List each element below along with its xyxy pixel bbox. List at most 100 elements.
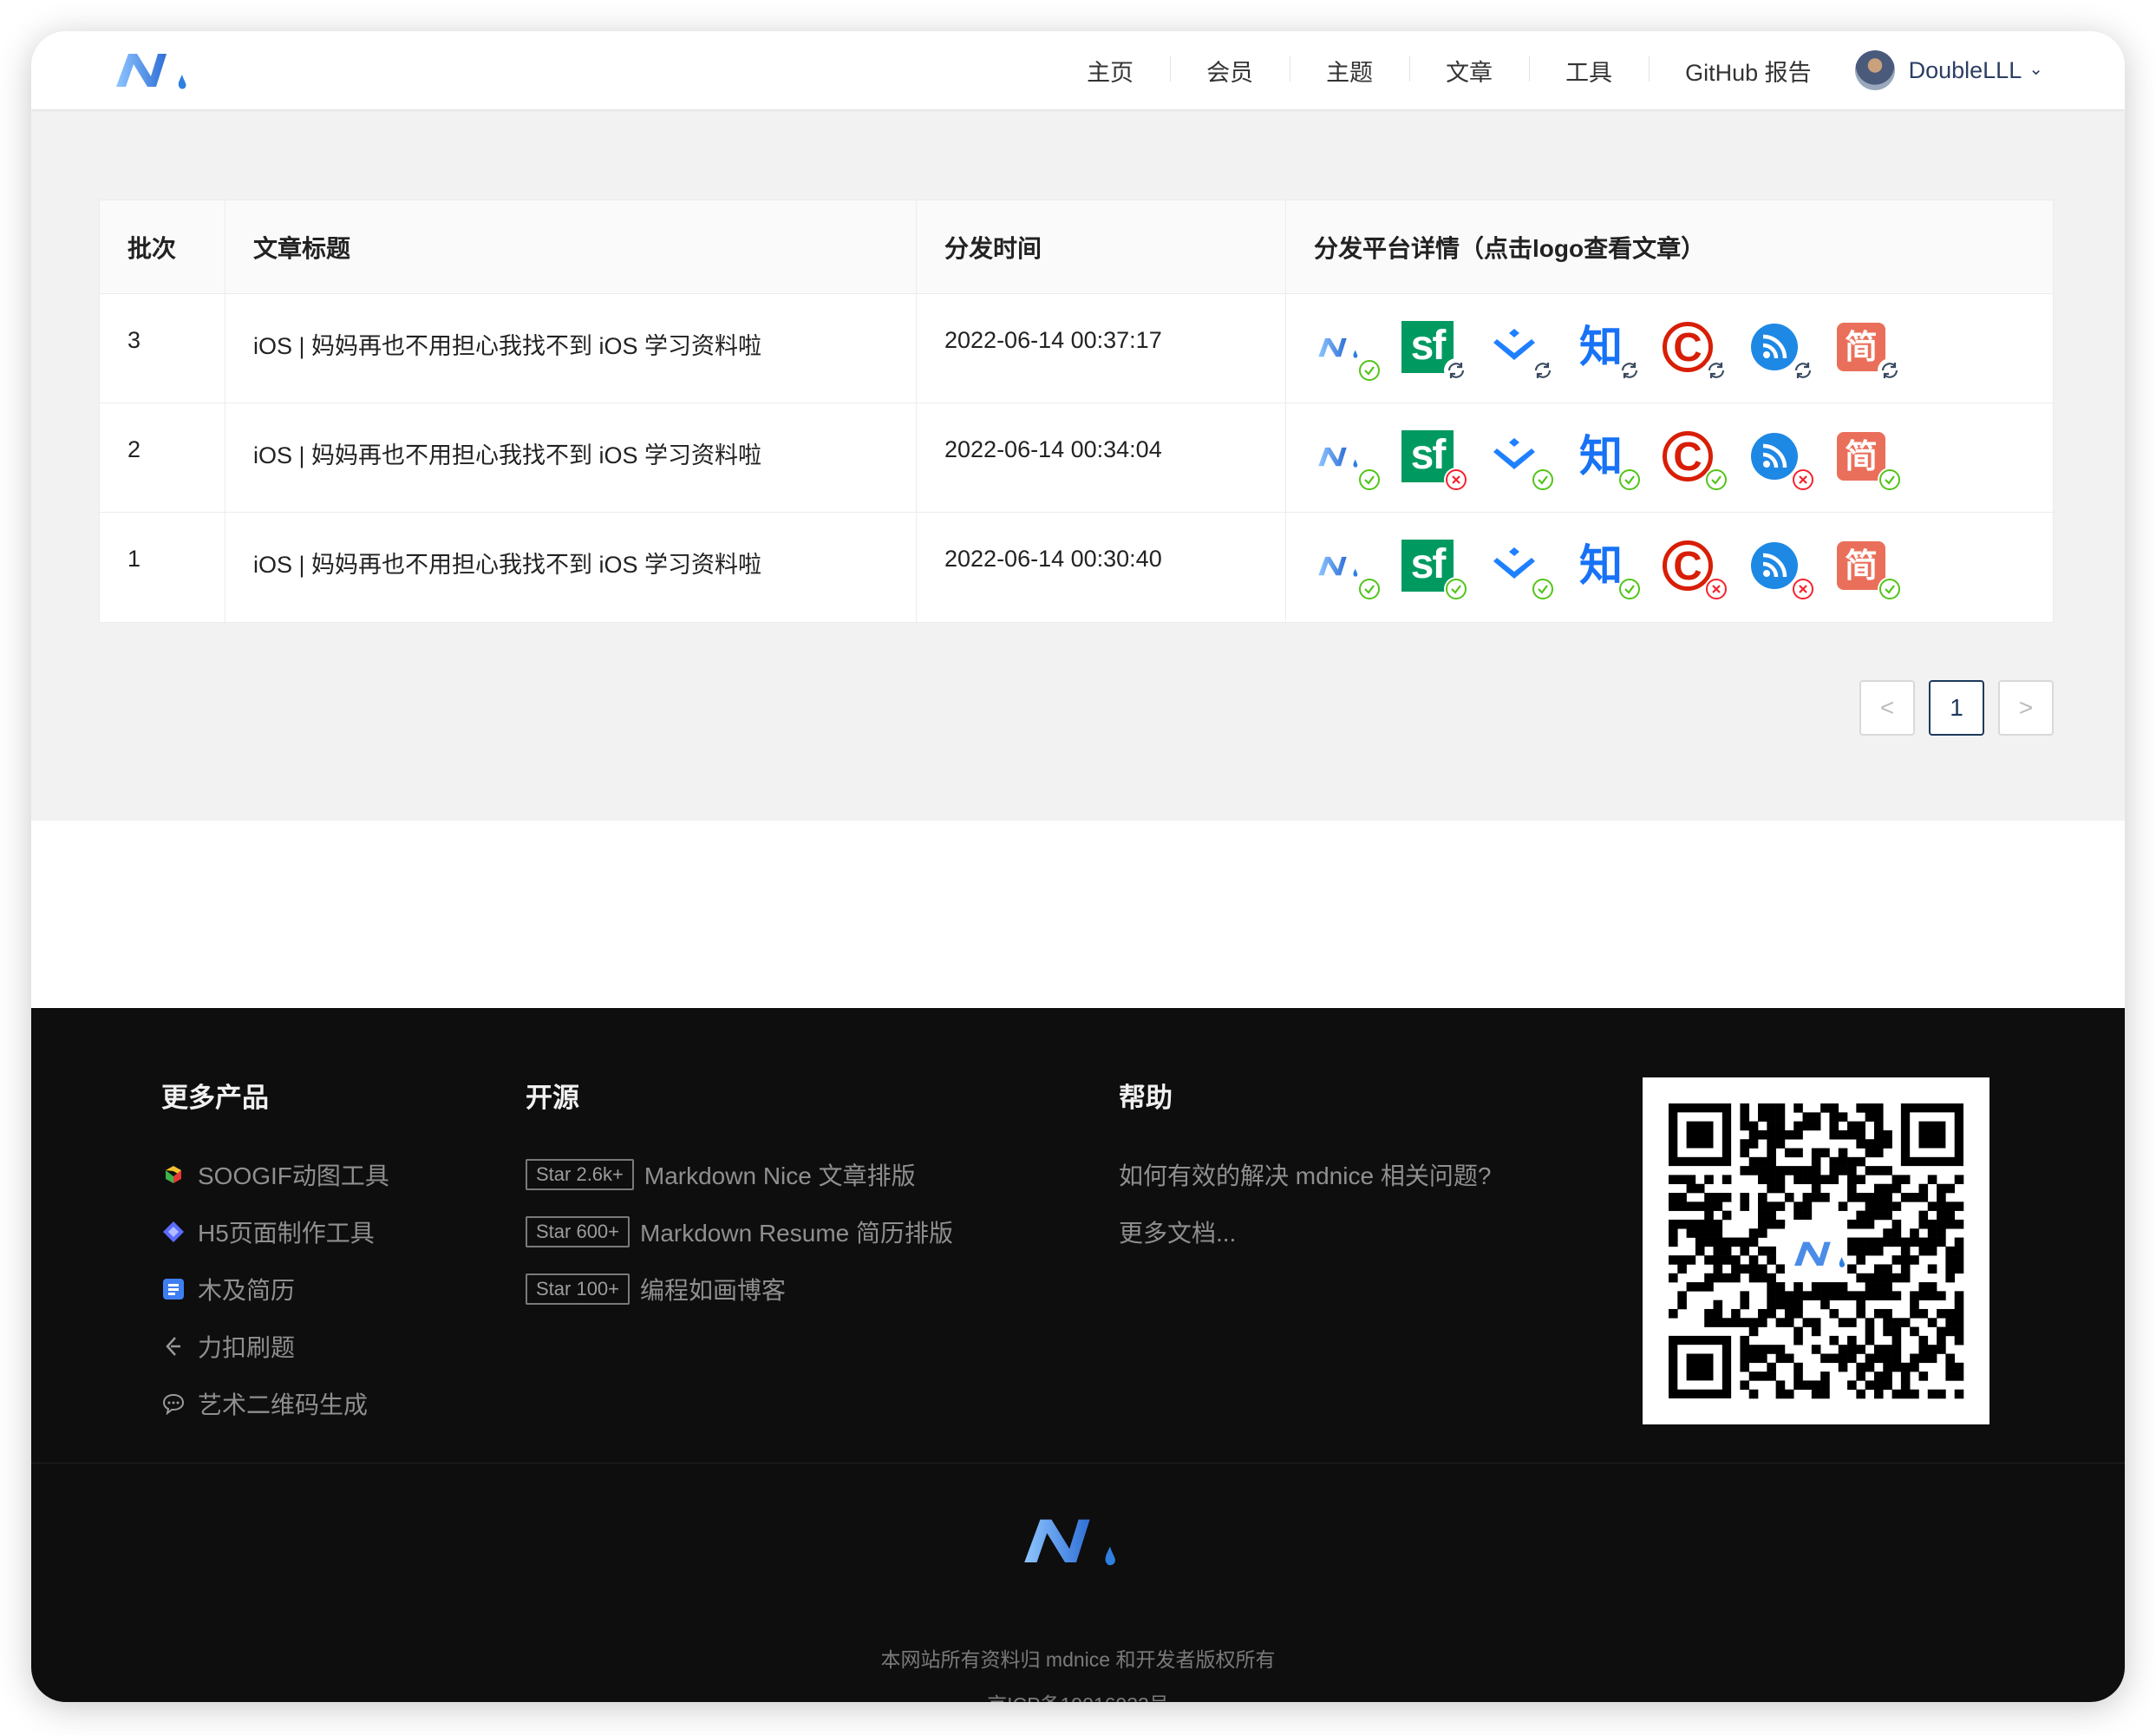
platform-list: sf 知 C 简 xyxy=(1314,513,2053,601)
footer-link-blog[interactable]: Star 100+ 编程如画博客 xyxy=(526,1260,953,1318)
status-success-icon xyxy=(1357,468,1382,492)
footer-help: 帮助 如何有效的解决 mdnice 相关问题? 更多文档... xyxy=(1119,1076,1491,1260)
platforms-cell: sf 知 C 简 xyxy=(1286,294,2053,403)
nav-membership[interactable]: 会员 xyxy=(1170,54,1290,88)
soogif-icon xyxy=(161,1162,186,1187)
table-header-row: 批次 文章标题 分发时间 分发平台详情（点击logo查看文章） xyxy=(100,200,2053,294)
platform-mdnice[interactable] xyxy=(1314,429,1401,492)
footer-opensource: 开源 Star 2.6k+ Markdown Nice 文章排版 Star 60… xyxy=(526,1076,953,1318)
platform-segmentfault[interactable]: sf xyxy=(1401,429,1487,492)
status-success-icon xyxy=(1617,577,1642,601)
footer-link-art-qr[interactable]: 艺术二维码生成 xyxy=(161,1375,389,1432)
distribution-table: 批次 文章标题 分发时间 分发平台详情（点击logo查看文章） 3 iOS | … xyxy=(99,200,2054,624)
column-header-batch: 批次 xyxy=(100,200,225,293)
main-content: 批次 文章标题 分发时间 分发平台详情（点击logo查看文章） 3 iOS | … xyxy=(31,109,2125,821)
status-success-icon xyxy=(1531,468,1555,492)
platform-zhihu[interactable]: 知 xyxy=(1574,320,1661,383)
nav-tools[interactable]: 工具 xyxy=(1529,54,1649,88)
time-cell: 2022-06-14 00:34:04 xyxy=(917,403,1286,512)
next-page-button[interactable]: > xyxy=(1998,680,2054,736)
nav-themes[interactable]: 主题 xyxy=(1290,54,1409,88)
title-cell: iOS | 妈妈再也不用担心我找不到 iOS 学习资料啦 xyxy=(225,294,917,403)
mdnice-logo-icon[interactable] xyxy=(113,45,199,94)
platform-rss[interactable] xyxy=(1748,320,1834,383)
time-cell: 2022-06-14 00:30:40 xyxy=(917,513,1286,624)
platform-jianshu[interactable]: 简 xyxy=(1834,539,1921,601)
copyright-text: 本网站所有资料归 mdnice 和开发者版权所有 xyxy=(880,1648,1276,1671)
footer-link-resume[interactable]: 木及简历 xyxy=(161,1260,389,1318)
footer-link-label: 木及简历 xyxy=(198,1277,296,1304)
platforms-cell: sf 知 C 简 xyxy=(1286,513,2053,624)
footer-link-soogif[interactable]: SOOGIF动图工具 xyxy=(161,1146,389,1203)
nav-articles[interactable]: 文章 xyxy=(1409,54,1529,88)
status-syncing-icon xyxy=(1704,358,1728,383)
footer-link-h5[interactable]: H5页面制作工具 xyxy=(161,1203,389,1260)
footer-heading-opensource: 开源 xyxy=(526,1083,579,1113)
footer-link-label: Markdown Resume 简历排版 xyxy=(640,1220,953,1247)
footer-link-markdown-nice[interactable]: Star 2.6k+ Markdown Nice 文章排版 xyxy=(526,1146,953,1203)
platform-jianshu[interactable]: 简 xyxy=(1834,429,1921,492)
nav-github-report[interactable]: GitHub 报告 xyxy=(1649,54,1848,88)
page-button-1[interactable]: 1 xyxy=(1929,680,1984,736)
platform-csdn[interactable]: C xyxy=(1661,429,1748,492)
status-success-icon xyxy=(1357,577,1382,601)
column-header-time: 分发时间 xyxy=(917,200,1286,293)
icp-link[interactable]: 京ICP备19016933号 xyxy=(31,1688,2125,1702)
table-row: 1 iOS | 妈妈再也不用担心我找不到 iOS 学习资料啦 2022-06-1… xyxy=(100,513,2053,624)
table-row: 3 iOS | 妈妈再也不用担心我找不到 iOS 学习资料啦 2022-06-1… xyxy=(100,294,2053,403)
title-cell: iOS | 妈妈再也不用担心我找不到 iOS 学习资料啦 xyxy=(225,403,917,512)
platform-zhihu[interactable]: 知 xyxy=(1574,539,1661,601)
prev-page-button[interactable]: < xyxy=(1859,680,1915,736)
footer-link-label: H5页面制作工具 xyxy=(198,1220,375,1247)
platform-segmentfault[interactable]: sf xyxy=(1401,320,1487,383)
platform-juejin[interactable] xyxy=(1487,429,1574,492)
platform-juejin[interactable] xyxy=(1487,539,1574,601)
wechat-qr-code xyxy=(1643,1077,1989,1424)
status-failed-icon xyxy=(1791,468,1815,492)
table-row: 2 iOS | 妈妈再也不用担心我找不到 iOS 学习资料啦 2022-06-1… xyxy=(100,403,2053,513)
footer-link-markdown-resume[interactable]: Star 600+ Markdown Resume 简历排版 xyxy=(526,1203,953,1260)
main-nav: 主页 会员 主题 文章 工具 GitHub 报告 DoubleLLL ⌄ xyxy=(1050,31,2043,109)
star-badge: Star 100+ xyxy=(526,1273,630,1305)
platform-segmentfault[interactable]: sf xyxy=(1401,539,1487,601)
status-syncing-icon xyxy=(1531,358,1555,383)
platform-rss[interactable] xyxy=(1748,429,1834,492)
footer-link-label: 艺术二维码生成 xyxy=(198,1391,369,1418)
platform-mdnice[interactable] xyxy=(1314,539,1401,601)
browser-window: 主页 会员 主题 文章 工具 GitHub 报告 DoubleLLL ⌄ 批次 … xyxy=(31,31,2125,1702)
footer-link-faq[interactable]: 如何有效的解决 mdnice 相关问题? xyxy=(1119,1146,1491,1203)
batch-cell: 3 xyxy=(100,294,225,403)
status-syncing-icon xyxy=(1791,358,1815,383)
column-header-platforms: 分发平台详情（点击logo查看文章） xyxy=(1314,234,1706,262)
platform-mdnice[interactable] xyxy=(1314,320,1401,383)
platform-jianshu[interactable]: 简 xyxy=(1834,320,1921,383)
user-menu[interactable]: DoubleLLL ⌄ xyxy=(1854,50,2043,90)
footer-heading-help: 帮助 xyxy=(1119,1083,1173,1113)
nav-home[interactable]: 主页 xyxy=(1050,54,1170,88)
qr-code-image xyxy=(1669,1103,1964,1399)
star-badge: Star 2.6k+ xyxy=(526,1159,634,1190)
mdnice-footer-logo-icon xyxy=(1024,1519,1115,1566)
platform-juejin[interactable] xyxy=(1487,320,1574,383)
platform-csdn[interactable]: C xyxy=(1661,320,1748,383)
status-success-icon xyxy=(1878,468,1902,492)
footer-heading-products: 更多产品 xyxy=(161,1083,269,1113)
star-badge: Star 600+ xyxy=(526,1216,630,1247)
platform-rss[interactable] xyxy=(1748,539,1834,601)
resume-icon xyxy=(161,1277,186,1301)
status-success-icon xyxy=(1704,468,1728,492)
status-syncing-icon xyxy=(1878,358,1902,383)
footer-link-leetcode[interactable]: 力扣刷题 xyxy=(161,1318,389,1375)
footer-link-docs[interactable]: 更多文档... xyxy=(1119,1203,1491,1260)
status-failed-icon xyxy=(1444,468,1468,492)
footer-link-label: Markdown Nice 文章排版 xyxy=(644,1162,916,1189)
status-success-icon xyxy=(1878,577,1902,601)
platform-csdn[interactable]: C xyxy=(1661,539,1748,601)
batch-cell: 2 xyxy=(100,403,225,512)
pagination: < 1 > xyxy=(1846,680,2054,736)
leetcode-icon xyxy=(161,1334,186,1359)
footer-link-label: 编程如画博客 xyxy=(640,1277,787,1304)
platform-zhihu[interactable]: 知 xyxy=(1574,429,1661,492)
status-success-icon xyxy=(1531,577,1555,601)
footer: 更多产品 SOOGIF动图工具 H5页面制作工具 木及简历 力扣刷题 艺术二维码… xyxy=(31,1008,2125,1702)
